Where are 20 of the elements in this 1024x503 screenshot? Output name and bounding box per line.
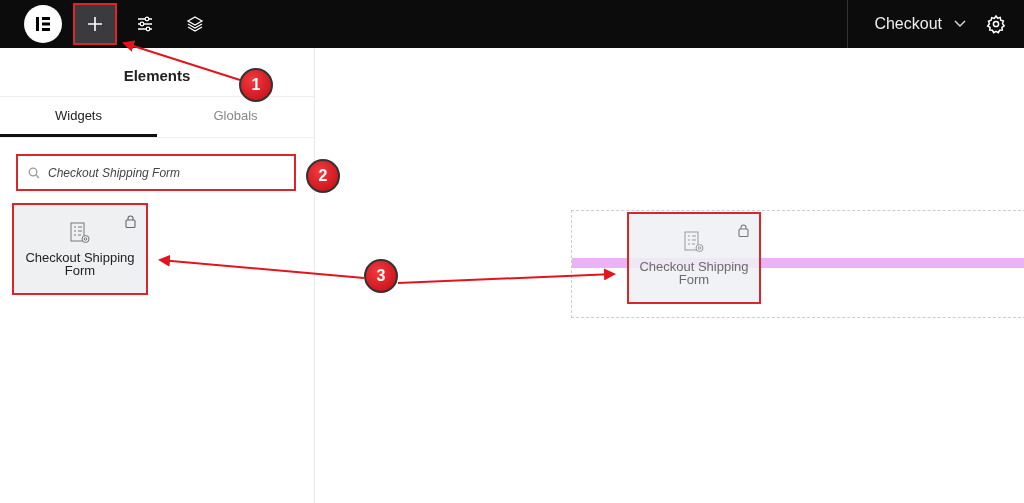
settings-button[interactable] [986,14,1006,34]
form-icon [682,230,706,254]
page-selector[interactable]: Checkout [874,15,966,33]
add-button[interactable] [75,5,115,43]
caret-icon [954,20,966,28]
form-icon [68,221,92,245]
search-icon [28,167,40,179]
step-badge: 1 [239,68,273,102]
widget-label: Checkout Shipping Form [24,251,136,277]
layers-icon [186,15,204,33]
step-badge: 3 [364,259,398,293]
sliders-icon [136,15,154,33]
tab[interactable]: Widgets [0,97,157,137]
plus-icon [86,15,104,33]
search-field[interactable]: Checkout Shipping Form [16,154,296,191]
logo-icon[interactable] [24,5,62,43]
widget-label: Checkout Shipping Form [638,260,750,286]
gear-icon [986,14,1006,34]
widget-tile[interactable]: Checkout Shipping Form [14,205,146,293]
step-badge: 2 [306,159,340,193]
